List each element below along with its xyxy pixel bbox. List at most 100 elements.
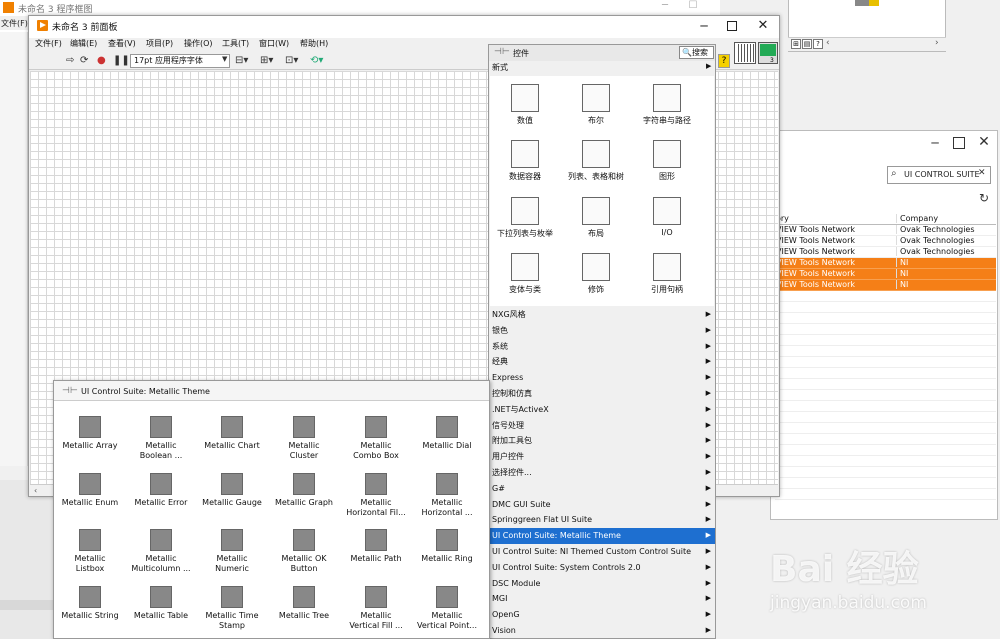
maximize-icon[interactable]: ☐ xyxy=(686,0,700,14)
column-header-company[interactable]: Company xyxy=(896,214,996,223)
column-header-category[interactable]: ory xyxy=(775,214,894,223)
menu-window[interactable]: 窗口(W) xyxy=(259,38,289,49)
close-icon[interactable]: ✕ xyxy=(756,18,770,34)
palette-category[interactable]: .NET与ActiveX ▶ xyxy=(489,402,715,418)
palette-section-new[interactable]: 新式 xyxy=(492,62,508,73)
menu-operate[interactable]: 操作(O) xyxy=(184,38,213,49)
palette-item[interactable]: 修饰 xyxy=(561,253,631,295)
metallic-control-item[interactable]: Metallic Graph xyxy=(268,473,340,508)
palette-category[interactable]: 经典 ▶ xyxy=(489,354,715,370)
metallic-control-item[interactable]: Metallic Ring xyxy=(411,529,483,564)
metallic-control-item[interactable]: Metallic Cluster xyxy=(268,416,340,461)
palette-category[interactable]: DMC GUI Suite ▶ xyxy=(489,497,715,513)
reorder-icon[interactable]: ⟲▾ xyxy=(310,55,323,67)
palette-category[interactable]: UI Control Suite: System Controls 2.0 ▶ xyxy=(489,560,715,576)
table-row[interactable]: VIEW Tools Network Ovak Technologies xyxy=(775,225,996,236)
table-row[interactable]: VIEW Tools Network Ovak Technologies xyxy=(775,247,996,258)
palette-item[interactable]: 布局 xyxy=(561,197,631,239)
palette-category[interactable]: 控制和仿真 ▶ xyxy=(489,386,715,402)
pin-icon[interactable]: ⊣⊢ xyxy=(62,386,78,396)
metallic-control-item[interactable]: Metallic OK Button xyxy=(268,529,340,574)
metallic-control-item[interactable]: Metallic Multicolumn ... xyxy=(125,529,197,574)
minimize-icon[interactable]: ─ xyxy=(928,136,942,150)
metallic-control-item[interactable]: Metallic Error xyxy=(125,473,197,508)
palette-item[interactable]: 数值 xyxy=(490,84,560,126)
palette-category[interactable]: DSC Module ▶ xyxy=(489,576,715,592)
palette-item[interactable]: 下拉列表与枚举 xyxy=(490,197,560,239)
palette-category[interactable]: 信号处理 ▶ xyxy=(489,418,715,434)
pause-icon[interactable]: ❚❚ xyxy=(113,55,130,67)
metallic-control-item[interactable]: Metallic Gauge xyxy=(196,473,268,508)
palette-category[interactable]: Springgreen Flat UI Suite ▶ xyxy=(489,512,715,528)
metallic-control-item[interactable]: Metallic Numeric xyxy=(196,529,268,574)
metallic-control-item[interactable]: Metallic Path xyxy=(340,529,412,564)
run-continuously-icon[interactable]: ⟳ xyxy=(80,55,88,67)
help-icon[interactable]: ? xyxy=(813,39,823,49)
metallic-control-item[interactable]: Metallic Table xyxy=(125,586,197,621)
table-row[interactable]: VIEW Tools Network NI xyxy=(775,269,996,280)
run-icon[interactable]: ⇨ xyxy=(66,55,74,67)
maximize-icon[interactable] xyxy=(953,137,965,149)
palette-item[interactable]: 字符串与路径 xyxy=(632,84,702,126)
metallic-control-item[interactable]: Metallic Boolean ... xyxy=(125,416,197,461)
palette-item[interactable]: 图形 xyxy=(632,140,702,182)
menu-view[interactable]: 查看(V) xyxy=(108,38,136,49)
metallic-control-item[interactable]: Metallic Tree xyxy=(268,586,340,621)
menu-edit[interactable]: 编辑(E) xyxy=(70,38,97,49)
refresh-icon[interactable]: ↻ xyxy=(977,191,991,205)
toolbar-button-icon[interactable]: ▤ xyxy=(802,39,812,49)
metallic-control-item[interactable]: Metallic String xyxy=(54,586,126,621)
metallic-control-item[interactable]: Metallic Listbox xyxy=(54,529,126,574)
scroll-right-icon[interactable]: › xyxy=(935,38,939,48)
scroll-left-icon[interactable]: ‹ xyxy=(826,38,830,48)
metallic-control-item[interactable]: Metallic Horizontal Fil... xyxy=(340,473,412,518)
resize-objects-icon[interactable]: ⊡▾ xyxy=(285,55,298,67)
table-row[interactable]: VIEW Tools Network NI xyxy=(775,258,996,269)
distribute-objects-icon[interactable]: ⊞▾ xyxy=(260,55,273,67)
palette-item[interactable]: 列表、表格和树 xyxy=(561,140,631,182)
palette-item[interactable]: 变体与类 xyxy=(490,253,560,295)
metallic-control-item[interactable]: Metallic Horizontal ... xyxy=(411,473,483,518)
abort-icon[interactable]: ● xyxy=(97,55,106,67)
palette-category[interactable]: UI Control Suite: Metallic Theme ▶ xyxy=(489,528,715,544)
palette-category[interactable]: 附加工具包 ▶ xyxy=(489,433,715,449)
clear-search-icon[interactable]: ✕ xyxy=(978,168,988,180)
pin-icon[interactable]: ⊣⊢ xyxy=(494,47,510,57)
scroll-left-icon[interactable]: ‹ xyxy=(34,486,37,495)
palette-category[interactable]: G# ▶ xyxy=(489,481,715,497)
metallic-control-item[interactable]: Metallic Array xyxy=(54,416,126,451)
block-diagram-titlebar[interactable] xyxy=(0,0,720,16)
menu-project[interactable]: 项目(P) xyxy=(146,38,173,49)
front-panel-titlebar[interactable] xyxy=(29,16,779,38)
table-row[interactable]: VIEW Tools Network Ovak Technologies xyxy=(775,236,996,247)
toolbar-button-icon[interactable]: ⊞ xyxy=(791,39,801,49)
menu-help[interactable]: 帮助(H) xyxy=(300,38,328,49)
palette-category[interactable]: NXG风格 ▶ xyxy=(489,307,715,323)
palette-item[interactable]: 数据容器 xyxy=(490,140,560,182)
metallic-control-item[interactable]: Metallic Enum xyxy=(54,473,126,508)
close-icon[interactable]: ✕ xyxy=(976,134,992,150)
metallic-control-item[interactable]: Metallic Time Stamp xyxy=(196,586,268,631)
palette-category[interactable]: 银色 ▶ xyxy=(489,323,715,339)
palette-item[interactable]: I/O xyxy=(632,197,702,237)
palette-item[interactable]: 引用句柄 xyxy=(632,253,702,295)
menu-file[interactable]: 文件(F) xyxy=(35,38,62,49)
maximize-icon[interactable] xyxy=(727,21,737,31)
palette-category[interactable]: Vision ▶ xyxy=(489,623,715,639)
menu-tools[interactable]: 工具(T) xyxy=(222,38,249,49)
palette-category[interactable]: 用户控件 ▶ xyxy=(489,449,715,465)
palette-item[interactable]: 布尔 xyxy=(561,84,631,126)
palette-category[interactable]: MGI ▶ xyxy=(489,591,715,607)
metallic-control-item[interactable]: Metallic Vertical Fill ... xyxy=(340,586,412,631)
palette-category[interactable]: UI Control Suite: NI Themed Custom Contr… xyxy=(489,544,715,560)
metallic-control-item[interactable]: Metallic Vertical Point... xyxy=(411,586,483,631)
palette-search-button[interactable]: 🔍搜索 xyxy=(679,46,714,59)
palette-category[interactable]: Express ▶ xyxy=(489,370,715,386)
palette-category[interactable]: OpenG ▶ xyxy=(489,607,715,623)
palette-category[interactable]: 选择控件... ▶ xyxy=(489,465,715,481)
block-diagram-scrollbar[interactable] xyxy=(0,466,30,480)
font-select[interactable]: 17pt 应用程序字体 xyxy=(130,54,230,68)
help-icon[interactable]: ? xyxy=(718,54,730,68)
desktop-scrollbar[interactable] xyxy=(0,600,55,610)
menu-file[interactable]: 文件(F) xyxy=(1,18,28,29)
